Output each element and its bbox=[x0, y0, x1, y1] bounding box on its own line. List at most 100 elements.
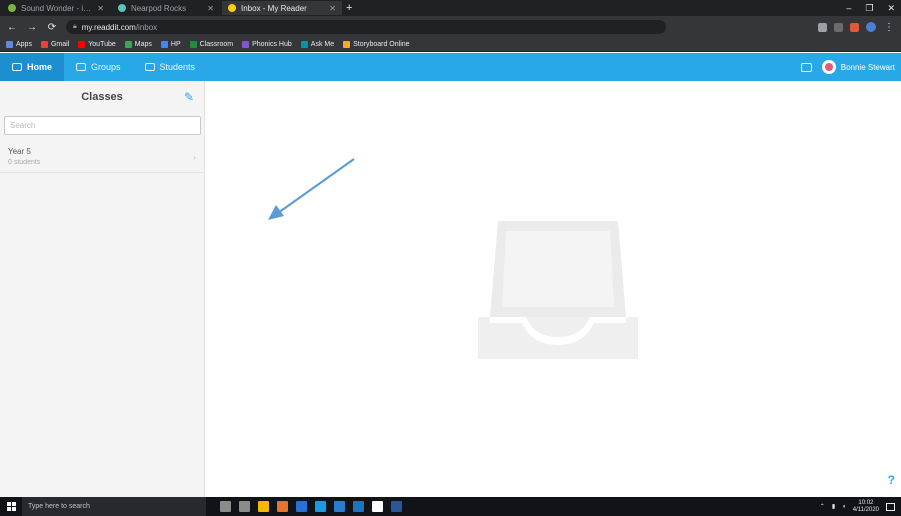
close-icon[interactable]: ✕ bbox=[207, 4, 214, 13]
taskbar-app-icon[interactable] bbox=[296, 501, 307, 512]
taskbar-app-icon[interactable] bbox=[372, 501, 383, 512]
bookmark-favicon-icon bbox=[40, 41, 48, 48]
windows-logo-icon bbox=[6, 502, 16, 511]
forward-button[interactable]: → bbox=[26, 22, 38, 33]
class-search-input[interactable] bbox=[4, 116, 201, 135]
students-icon bbox=[144, 63, 155, 71]
reload-button[interactable]: ⟳ bbox=[46, 22, 58, 33]
profile-avatar-icon[interactable] bbox=[866, 22, 876, 32]
help-button[interactable]: ? bbox=[888, 473, 895, 487]
taskbar-app-icon[interactable] bbox=[258, 501, 269, 512]
classes-sidebar: Classes ✎ Year 5 0 students › bbox=[0, 81, 205, 497]
class-list-item[interactable]: Year 5 0 students › bbox=[0, 143, 204, 173]
bookmark-item[interactable]: Maps bbox=[124, 41, 152, 48]
network-icon[interactable]: ▮ bbox=[832, 503, 835, 510]
sidebar-title: Classes bbox=[81, 91, 123, 103]
tab-groups[interactable]: Groups bbox=[64, 53, 133, 81]
taskbar-search-input[interactable]: Type here to search bbox=[22, 497, 206, 516]
inbox-icon bbox=[12, 63, 22, 71]
sidebar-header: Classes ✎ bbox=[0, 81, 204, 113]
volume-icon[interactable]: ◖ bbox=[842, 504, 846, 510]
tab-favicon-icon bbox=[118, 4, 126, 12]
notification-icon[interactable] bbox=[886, 502, 895, 511]
bookmark-item[interactable]: Gmail bbox=[40, 41, 70, 48]
maximize-button[interactable]: ❐ bbox=[865, 1, 873, 15]
tab-students[interactable]: Students bbox=[133, 53, 208, 81]
chevron-up-icon[interactable]: ⌃ bbox=[820, 503, 825, 510]
bookmark-label: YouTube bbox=[88, 41, 116, 48]
tab-label: Students bbox=[159, 62, 196, 72]
app-header: Home Groups Students Bonnie Stewart bbox=[0, 53, 901, 81]
bookmark-item[interactable]: Ask Me bbox=[300, 41, 335, 48]
bookmark-item[interactable]: Phonics Hub bbox=[242, 41, 292, 48]
tab-label: Home bbox=[27, 62, 53, 72]
extensions-area: ⋮ bbox=[818, 22, 895, 33]
chevron-right-icon: › bbox=[193, 153, 196, 162]
bookmark-favicon-icon bbox=[6, 41, 13, 48]
tab-favicon-icon bbox=[8, 4, 16, 12]
new-tab-button[interactable]: + bbox=[346, 1, 352, 15]
address-bar: ← → ⟳ 🔒︎ my.readdit.com /inbox ⋮ bbox=[0, 16, 901, 38]
taskbar-app-icon[interactable] bbox=[277, 501, 288, 512]
empty-inbox-tray-icon bbox=[478, 221, 638, 359]
taskbar-pinned-apps bbox=[220, 501, 402, 512]
bookmarks-bar: Apps Gmail YouTube Maps HP Classroom Phonics H… bbox=[0, 38, 901, 52]
bookmark-favicon-icon bbox=[124, 41, 132, 48]
bookmark-favicon-icon bbox=[189, 41, 197, 48]
close-icon[interactable]: ✕ bbox=[329, 4, 336, 13]
user-menu[interactable]: Bonnie Stewart bbox=[821, 60, 895, 74]
taskbar-app-icon[interactable] bbox=[315, 501, 326, 512]
bookmark-label: Maps bbox=[134, 41, 152, 48]
start-button[interactable] bbox=[0, 497, 22, 516]
bookmark-item[interactable]: HP bbox=[160, 41, 181, 48]
tab-home[interactable]: Home bbox=[0, 53, 65, 81]
bookmark-favicon-icon bbox=[343, 41, 351, 48]
menu-icon[interactable]: ⋮ bbox=[883, 22, 895, 33]
groups-icon bbox=[76, 63, 87, 71]
bookmark-item[interactable]: Apps bbox=[6, 41, 32, 48]
browser-tab-active[interactable]: Inbox - My Reader ✕ bbox=[222, 1, 342, 15]
bookmark-label: Classroom bbox=[199, 41, 234, 48]
bookmark-item[interactable]: YouTube bbox=[78, 41, 116, 48]
class-student-count: 0 students bbox=[8, 159, 41, 166]
taskbar-app-icon[interactable] bbox=[353, 501, 364, 512]
close-icon[interactable]: ✕ bbox=[97, 4, 104, 13]
browser-tab[interactable]: Sound Wonder - iRSA Generator ✕ bbox=[2, 1, 110, 15]
back-button[interactable]: ← bbox=[6, 22, 18, 33]
taskbar-app-icon[interactable] bbox=[391, 501, 402, 512]
annotation-arrow-icon bbox=[268, 158, 355, 220]
taskbar-app-icon[interactable] bbox=[239, 501, 250, 512]
taskbar-app-icon[interactable] bbox=[220, 501, 231, 512]
bookmark-item[interactable]: Classroom bbox=[189, 41, 234, 48]
browser-tab[interactable]: Nearpod Rocks ✕ bbox=[112, 1, 220, 15]
tab-title: Inbox - My Reader bbox=[241, 3, 307, 13]
browser-tab-strip: Sound Wonder - iRSA Generator ✕ Nearpod … bbox=[0, 0, 901, 16]
user-name: Bonnie Stewart bbox=[840, 62, 895, 72]
header-right: Bonnie Stewart bbox=[800, 53, 901, 81]
bookmark-label: Storyboard Online bbox=[353, 41, 410, 48]
bookmark-favicon-icon bbox=[160, 41, 168, 48]
taskbar-clock[interactable]: 10:02 4/11/2020 bbox=[853, 500, 879, 514]
clock-time: 10:02 bbox=[858, 499, 874, 506]
message-icon[interactable] bbox=[800, 62, 812, 72]
url-input[interactable]: 🔒︎ my.readdit.com /inbox bbox=[66, 20, 666, 34]
minimize-button[interactable]: – bbox=[846, 1, 851, 15]
window-controls: – ❐ ✕ bbox=[846, 1, 895, 15]
star-icon[interactable] bbox=[818, 22, 827, 32]
os-taskbar: Type here to search ⌃ ▮ ◖ 10:02 4/11/202… bbox=[0, 497, 901, 516]
close-window-button[interactable]: ✕ bbox=[887, 1, 895, 15]
tab-label: Groups bbox=[91, 62, 121, 72]
taskbar-app-icon[interactable] bbox=[334, 501, 345, 512]
pencil-icon[interactable]: ✎ bbox=[182, 90, 196, 104]
bookmark-label: Gmail bbox=[50, 41, 70, 48]
bookmark-label: Phonics Hub bbox=[252, 41, 292, 48]
bookmark-item[interactable]: Storyboard Online bbox=[343, 41, 410, 48]
tab-favicon-icon bbox=[228, 4, 236, 12]
bookmark-label: Ask Me bbox=[310, 41, 335, 48]
main-content: ? bbox=[206, 81, 901, 497]
bookmark-favicon-icon bbox=[300, 41, 308, 48]
url-domain: my.readdit.com bbox=[81, 22, 136, 32]
extension-icon[interactable] bbox=[850, 22, 859, 32]
clock-date: 4/11/2020 bbox=[852, 506, 879, 513]
extension-icon[interactable] bbox=[834, 22, 843, 32]
